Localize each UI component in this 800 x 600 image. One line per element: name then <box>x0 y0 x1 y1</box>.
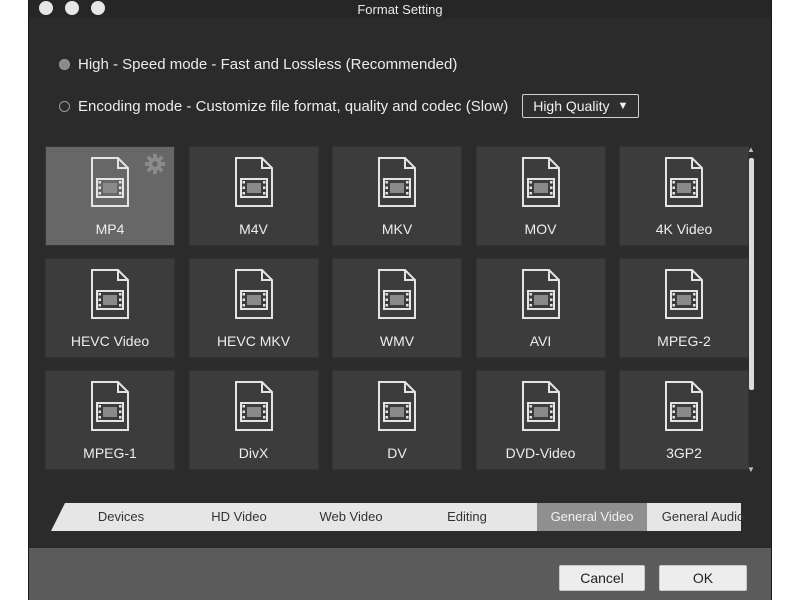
format-tile-3gp2[interactable]: 3GP2 <box>619 370 749 470</box>
video-file-icon <box>521 381 560 431</box>
format-label: M4V <box>239 221 268 237</box>
format-label: MPEG-1 <box>83 445 137 461</box>
scroll-track[interactable] <box>748 156 754 464</box>
video-file-icon <box>378 157 416 207</box>
encoding-mode-label: Encoding mode - Customize file format, q… <box>78 97 509 115</box>
format-tile-mpeg-1[interactable]: MPEG-1 <box>45 370 175 470</box>
format-tile-mpeg-2[interactable]: MPEG-2 <box>619 258 749 358</box>
video-file-icon <box>378 381 416 431</box>
format-label: MPEG-2 <box>657 333 711 349</box>
format-tile-m4v[interactable]: M4V <box>188 146 319 246</box>
format-tile-hevc-video[interactable]: HEVC Video <box>45 258 175 358</box>
video-file-icon <box>521 157 560 207</box>
format-tile-mov[interactable]: MOV <box>475 146 606 246</box>
encoding-mode-option[interactable]: Encoding mode - Customize file format, q… <box>59 94 640 118</box>
format-tile-divx[interactable]: DivX <box>188 370 319 470</box>
category-tabs: Devices HD Video Web Video Editing Gener… <box>51 503 744 531</box>
scroll-down-arrow-icon[interactable]: ▼ <box>747 466 755 474</box>
dialog-footer: Cancel OK <box>29 548 771 600</box>
format-tile-4k-video[interactable]: 4K Video <box>619 146 749 246</box>
tab-hd-video[interactable]: HD Video <box>183 503 295 531</box>
video-file-icon <box>521 269 560 319</box>
video-file-icon <box>234 269 273 319</box>
title-bar: Format Setting <box>29 0 771 18</box>
ok-button[interactable]: OK <box>659 565 747 591</box>
scroll-thumb[interactable] <box>749 158 754 390</box>
tab-general-audio[interactable]: General Audio <box>647 503 759 531</box>
format-tile-avi[interactable]: AVI <box>475 258 606 358</box>
format-grid-scrollbar[interactable]: ▲ ▼ <box>747 146 755 474</box>
scroll-up-arrow-icon[interactable]: ▲ <box>747 146 755 154</box>
encoding-mode-radio[interactable] <box>59 100 70 112</box>
format-label: WMV <box>379 333 415 349</box>
quality-dropdown[interactable]: High Quality ▼ <box>522 94 640 118</box>
format-label: 3GP2 <box>666 445 702 461</box>
chevron-down-icon: ▼ <box>617 100 629 112</box>
video-file-icon <box>91 269 129 319</box>
quality-dropdown-value: High Quality <box>533 98 610 114</box>
gear-icon[interactable] <box>144 153 166 175</box>
format-grid: MP4 M4V MKV MOV 4K Video HEVC Video HEVC MKV WM… <box>45 146 749 470</box>
format-label: DV <box>387 445 407 461</box>
cancel-button[interactable]: Cancel <box>559 565 645 591</box>
format-setting-window: Format Setting High - Speed mode - Fast … <box>28 0 772 600</box>
video-file-icon <box>91 157 129 207</box>
format-tile-mp4[interactable]: MP4 <box>45 146 175 246</box>
video-file-icon <box>91 381 129 431</box>
format-tile-mkv[interactable]: MKV <box>332 146 462 246</box>
tab-editing[interactable]: Editing <box>409 503 525 531</box>
format-label: MOV <box>524 221 557 237</box>
video-file-icon <box>234 381 273 431</box>
format-tile-hevc-mkv[interactable]: HEVC MKV <box>188 258 319 358</box>
format-tile-dv[interactable]: DV <box>332 370 462 470</box>
format-label: AVI <box>529 333 552 349</box>
format-label: HEVC Video <box>70 333 150 349</box>
high-speed-mode-label: High - Speed mode - Fast and Lossless (R… <box>78 56 458 73</box>
video-file-icon <box>378 269 416 319</box>
tab-web-video[interactable]: Web Video <box>295 503 407 531</box>
format-tile-wmv[interactable]: WMV <box>332 258 462 358</box>
video-file-icon <box>234 157 273 207</box>
window-title: Format Setting <box>357 2 443 17</box>
video-file-icon <box>665 269 703 319</box>
format-label: DVD-Video <box>505 445 576 461</box>
format-tile-dvd-video[interactable]: DVD-Video <box>475 370 606 470</box>
video-file-icon <box>665 157 703 207</box>
high-speed-mode-radio[interactable] <box>59 59 70 70</box>
tab-general-video[interactable]: General Video <box>537 503 647 531</box>
tab-devices[interactable]: Devices <box>65 503 177 531</box>
video-file-icon <box>665 381 703 431</box>
format-label: HEVC MKV <box>216 333 291 349</box>
format-label: 4K Video <box>655 221 713 237</box>
format-label: DivX <box>238 445 269 461</box>
high-speed-mode-option[interactable]: High - Speed mode - Fast and Lossless (R… <box>59 56 457 73</box>
format-label: MP4 <box>95 221 125 237</box>
format-label: MKV <box>381 221 413 237</box>
